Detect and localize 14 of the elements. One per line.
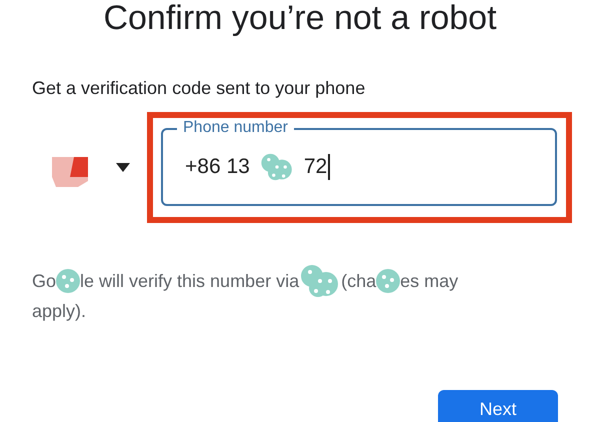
- notice-text: (cha: [341, 270, 376, 293]
- redaction-mark: [55, 268, 82, 294]
- notice-text: es may: [400, 270, 458, 293]
- instruction-text: Get a verification code sent to your phone: [32, 77, 366, 100]
- page-title: Confirm you’re not a robot: [102, 0, 498, 36]
- next-button[interactable]: Next: [438, 390, 558, 422]
- redaction-mark: [375, 268, 402, 294]
- field-value: +86 13: [185, 155, 250, 179]
- text-cursor: [328, 154, 330, 180]
- notice-text: Go: [32, 270, 56, 293]
- field-value: 72: [304, 155, 328, 179]
- notice-text: le will verify this number via: [80, 270, 300, 293]
- dropdown-caret-icon[interactable]: [116, 163, 130, 172]
- notice-text: apply).: [32, 300, 86, 323]
